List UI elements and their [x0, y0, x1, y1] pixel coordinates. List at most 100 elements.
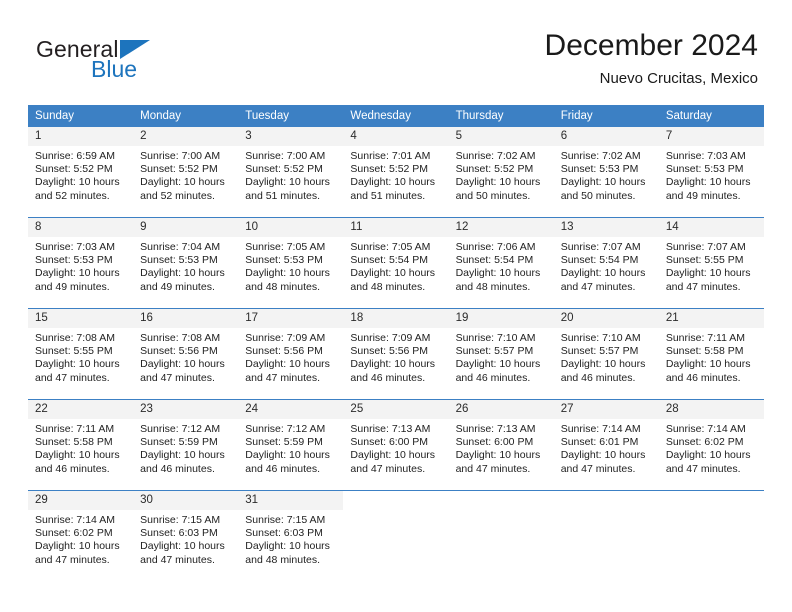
day-cell-inner: 31 Sunrise: 7:15 AM Sunset: 6:03 PM Dayligh…: [238, 491, 344, 581]
day-details: Sunrise: 7:09 AM Sunset: 5:56 PM Daylight:…: [343, 328, 448, 385]
daylight-text: Daylight: 10 hours: [350, 267, 436, 280]
day-number: 23: [133, 400, 239, 419]
calendar-day-cell[interactable]: 10 Sunrise: 7:05 AM Sunset: 5:53 PM Dayligh…: [238, 217, 344, 309]
daylight-text: and 47 minutes.: [35, 553, 110, 566]
day-cell-inner: 29 Sunrise: 7:14 AM Sunset: 6:02 PM Dayligh…: [28, 491, 134, 581]
sunset-text: Sunset: 5:53 PM: [35, 254, 113, 267]
sunrise-text: Sunrise: 7:08 AM: [140, 332, 221, 344]
day-details: Sunrise: 7:07 AM Sunset: 5:54 PM Daylight:…: [554, 237, 659, 294]
calendar-day-cell[interactable]: 25 Sunrise: 7:13 AM Sunset: 6:00 PM Dayligh…: [343, 399, 449, 491]
calendar-day-cell[interactable]: 15 Sunrise: 7:08 AM Sunset: 5:55 PM Dayligh…: [28, 308, 134, 400]
calendar-day-cell[interactable]: 26 Sunrise: 7:13 AM Sunset: 6:00 PM Dayligh…: [448, 399, 554, 491]
day-cell-inner: 11 Sunrise: 7:05 AM Sunset: 5:54 PM Dayligh…: [343, 218, 449, 308]
calendar-day-cell[interactable]: 20 Sunrise: 7:10 AM Sunset: 5:57 PM Dayligh…: [553, 308, 659, 400]
calendar-day-cell[interactable]: 22 Sunrise: 7:11 AM Sunset: 5:58 PM Dayligh…: [28, 399, 134, 491]
page-header: General Blue December 2024 Nuevo Crucita…: [0, 0, 792, 100]
calendar-day-cell[interactable]: 17 Sunrise: 7:09 AM Sunset: 5:56 PM Dayligh…: [238, 308, 344, 400]
weekday-header-sunday: Sunday: [28, 105, 134, 127]
sunrise-text: Sunrise: 7:10 AM: [455, 332, 536, 344]
sunset-text: Sunset: 5:56 PM: [245, 345, 323, 358]
day-cell-inner: 7 Sunrise: 7:03 AM Sunset: 5:53 PM Daylight…: [658, 127, 764, 217]
day-number: 14: [658, 218, 764, 237]
daylight-text: Daylight: 10 hours: [665, 176, 751, 189]
calendar-day-cell[interactable]: 7 Sunrise: 7:03 AM Sunset: 5:53 PM Daylight…: [658, 127, 764, 218]
calendar-day-cell[interactable]: 4 Sunrise: 7:01 AM Sunset: 5:52 PM Daylight…: [343, 127, 449, 218]
day-cell-inner: [343, 491, 448, 581]
calendar-day-cell[interactable]: 3 Sunrise: 7:00 AM Sunset: 5:52 PM Daylight…: [238, 127, 344, 218]
calendar-day-cell[interactable]: 2 Sunrise: 7:00 AM Sunset: 5:52 PM Daylight…: [133, 127, 239, 218]
calendar-body: 1 Sunrise: 6:59 AM Sunset: 5:52 PM Daylight…: [28, 127, 764, 581]
daylight-text: Daylight: 10 hours: [455, 267, 541, 280]
calendar-day-cell[interactable]: 1 Sunrise: 6:59 AM Sunset: 5:52 PM Daylight…: [28, 127, 134, 218]
daylight-text: Daylight: 10 hours: [140, 267, 225, 280]
title-block: December 2024 Nuevo Crucitas, Mexico: [545, 28, 758, 88]
daylight-text: and 49 minutes.: [665, 189, 741, 202]
day-number: 28: [658, 400, 764, 419]
daylight-text: and 47 minutes.: [665, 462, 741, 475]
calendar-day-cell[interactable]: 30 Sunrise: 7:15 AM Sunset: 6:03 PM Dayligh…: [133, 490, 239, 581]
daylight-text: Daylight: 10 hours: [560, 176, 646, 189]
calendar-day-cell[interactable]: 18 Sunrise: 7:09 AM Sunset: 5:56 PM Dayligh…: [343, 308, 449, 400]
calendar-day-cell[interactable]: 19 Sunrise: 7:10 AM Sunset: 5:57 PM Dayligh…: [448, 308, 554, 400]
calendar-day-cell[interactable]: 6 Sunrise: 7:02 AM Sunset: 5:53 PM Daylight…: [553, 127, 659, 218]
calendar-day-cell[interactable]: 16 Sunrise: 7:08 AM Sunset: 5:56 PM Dayligh…: [133, 308, 239, 400]
day-details: Sunrise: 7:00 AM Sunset: 5:52 PM Daylight:…: [238, 146, 343, 203]
day-cell-inner: [659, 491, 764, 581]
calendar-day-cell[interactable]: 23 Sunrise: 7:12 AM Sunset: 5:59 PM Dayligh…: [133, 399, 239, 491]
day-details: Sunrise: 7:15 AM Sunset: 6:03 PM Daylight:…: [238, 510, 343, 567]
day-number: [554, 491, 659, 510]
sunset-text: Sunset: 5:53 PM: [560, 163, 639, 176]
daylight-text: and 47 minutes.: [140, 371, 215, 384]
calendar-day-cell[interactable]: 5 Sunrise: 7:02 AM Sunset: 5:52 PM Daylight…: [448, 127, 554, 218]
day-number: 27: [553, 400, 659, 419]
calendar-day-cell[interactable]: 8 Sunrise: 7:03 AM Sunset: 5:53 PM Daylight…: [28, 217, 134, 309]
day-number: 6: [553, 127, 659, 146]
weekday-header-row: Sunday Monday Tuesday Wednesday Thursday…: [28, 105, 764, 127]
day-details: [554, 510, 659, 514]
calendar-week-row: 15 Sunrise: 7:08 AM Sunset: 5:55 PM Dayligh…: [28, 308, 764, 400]
sunset-text: Sunset: 5:57 PM: [455, 345, 534, 358]
day-number: 19: [448, 309, 554, 328]
daylight-text: and 47 minutes.: [665, 280, 741, 293]
sunset-text: Sunset: 5:56 PM: [140, 345, 218, 358]
sunset-text: Sunset: 5:54 PM: [350, 254, 429, 267]
day-number: 25: [343, 400, 449, 419]
calendar-day-cell[interactable]: 11 Sunrise: 7:05 AM Sunset: 5:54 PM Dayligh…: [343, 217, 449, 309]
calendar-day-cell[interactable]: 24 Sunrise: 7:12 AM Sunset: 5:59 PM Dayligh…: [238, 399, 344, 491]
sunrise-text: Sunrise: 7:09 AM: [245, 332, 326, 344]
day-details: Sunrise: 7:13 AM Sunset: 6:00 PM Daylight:…: [449, 419, 554, 476]
calendar-day-cell[interactable]: 27 Sunrise: 7:14 AM Sunset: 6:01 PM Dayligh…: [553, 399, 659, 491]
sunrise-text: Sunrise: 7:10 AM: [560, 332, 641, 344]
sunrise-text: Sunrise: 7:05 AM: [245, 241, 326, 253]
calendar-cell-empty: [553, 490, 659, 581]
calendar-cell-empty: [658, 490, 764, 581]
day-cell-inner: 21 Sunrise: 7:11 AM Sunset: 5:58 PM Dayligh…: [658, 309, 764, 399]
weekday-header-wednesday: Wednesday: [343, 105, 449, 127]
calendar-day-cell[interactable]: 31 Sunrise: 7:15 AM Sunset: 6:03 PM Dayligh…: [238, 490, 344, 581]
day-number: 29: [28, 491, 134, 510]
calendar-day-cell[interactable]: 21 Sunrise: 7:11 AM Sunset: 5:58 PM Dayligh…: [658, 308, 764, 400]
calendar-day-cell[interactable]: 28 Sunrise: 7:14 AM Sunset: 6:02 PM Dayligh…: [658, 399, 764, 491]
daylight-text: Daylight: 10 hours: [350, 176, 436, 189]
daylight-text: and 48 minutes.: [245, 553, 320, 566]
daylight-text: Daylight: 10 hours: [245, 449, 330, 462]
calendar-week-row: 22 Sunrise: 7:11 AM Sunset: 5:58 PM Dayligh…: [28, 399, 764, 491]
daylight-text: Daylight: 10 hours: [455, 176, 541, 189]
weekday-header-thursday: Thursday: [448, 105, 554, 127]
sunrise-text: Sunrise: 7:07 AM: [560, 241, 641, 253]
calendar-page: General Blue December 2024 Nuevo Crucita…: [0, 0, 792, 612]
calendar-day-cell[interactable]: 9 Sunrise: 7:04 AM Sunset: 5:53 PM Daylight…: [133, 217, 239, 309]
calendar-day-cell[interactable]: 14 Sunrise: 7:07 AM Sunset: 5:55 PM Dayligh…: [658, 217, 764, 309]
daylight-text: and 51 minutes.: [245, 189, 320, 202]
day-number: 5: [448, 127, 554, 146]
calendar-day-cell[interactable]: 12 Sunrise: 7:06 AM Sunset: 5:54 PM Dayligh…: [448, 217, 554, 309]
general-blue-logo[interactable]: General Blue: [36, 36, 266, 86]
calendar-day-cell[interactable]: 29 Sunrise: 7:14 AM Sunset: 6:02 PM Dayligh…: [28, 490, 134, 581]
calendar-day-cell[interactable]: 13 Sunrise: 7:07 AM Sunset: 5:54 PM Dayligh…: [553, 217, 659, 309]
day-cell-inner: 13 Sunrise: 7:07 AM Sunset: 5:54 PM Dayligh…: [553, 218, 659, 308]
day-cell-inner: 20 Sunrise: 7:10 AM Sunset: 5:57 PM Dayligh…: [553, 309, 659, 399]
sunrise-text: Sunrise: 7:13 AM: [455, 423, 536, 435]
sunrise-text: Sunrise: 7:09 AM: [350, 332, 431, 344]
calendar-grid: Sunday Monday Tuesday Wednesday Thursday…: [28, 105, 764, 581]
day-details: Sunrise: 7:08 AM Sunset: 5:55 PM Daylight:…: [28, 328, 133, 385]
